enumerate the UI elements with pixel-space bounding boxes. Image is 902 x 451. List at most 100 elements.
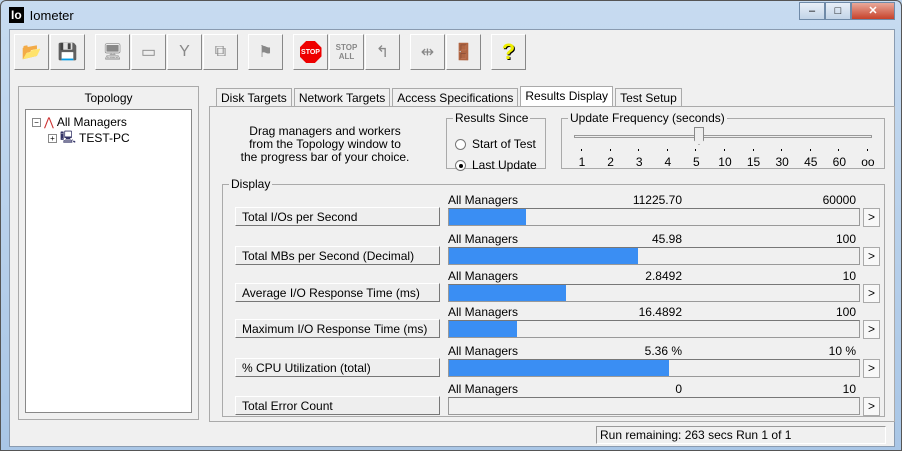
- help-icon: ?: [501, 39, 516, 64]
- slider-tick-label: 15: [744, 149, 764, 169]
- range-arrow-button[interactable]: >: [863, 208, 880, 227]
- topology-tree[interactable]: − ⋀ All Managers + 🖳 TEST-PC: [25, 109, 192, 413]
- disconnect-button[interactable]: ⇹: [410, 34, 445, 70]
- slider-tick-label: 4: [658, 149, 678, 169]
- progress-bar[interactable]: [448, 208, 860, 226]
- close-button[interactable]: ✕: [851, 2, 895, 20]
- window-title: Iometer: [29, 7, 74, 23]
- range-arrow-button[interactable]: >: [863, 284, 880, 303]
- start-manager-icon: 🖥: [102, 44, 123, 61]
- range-arrow-button[interactable]: >: [863, 397, 880, 416]
- radio-start-of-test[interactable]: Start of Test: [455, 137, 536, 151]
- metric-value: 45.98: [651, 232, 682, 246]
- metric-select-button[interactable]: Total MBs per Second (Decimal): [235, 246, 440, 265]
- radio-last-update[interactable]: Last Update: [455, 158, 537, 172]
- open-button[interactable]: 📂: [14, 34, 49, 70]
- radio-label: Last Update: [472, 158, 537, 172]
- slider-ticks: 1 2 3 4 5 10 15 30 45 60 oo: [572, 149, 878, 169]
- progress-bar[interactable]: [448, 359, 860, 377]
- metric-select-button[interactable]: % CPU Utilization (total): [235, 358, 440, 377]
- start-tests-button[interactable]: ⚑: [248, 34, 283, 70]
- radio-icon: [455, 138, 466, 150]
- maximize-button[interactable]: □: [825, 2, 851, 20]
- metric-source: All Managers: [448, 344, 519, 358]
- tab-network-targets[interactable]: Network Targets: [293, 88, 391, 106]
- client-area: 📂 💾 🖥 ▭ Y ⧉ ⚑ STOP STOP ALL ↰ ⇹ 🚪? Topology − ⋀ All M…: [9, 29, 895, 447]
- slider-tick-label: 1: [572, 149, 592, 169]
- display-row: % CPU Utilization (total) All Managers 5…: [222, 344, 880, 384]
- display-row: Total MBs per Second (Decimal) All Manag…: [222, 232, 880, 272]
- slider-thumb[interactable]: [694, 127, 704, 145]
- metric-value: 5.36 %: [644, 344, 682, 358]
- metric-source: All Managers: [448, 193, 519, 207]
- help-button[interactable]: ?: [491, 34, 526, 70]
- range-arrow-button[interactable]: >: [863, 247, 880, 266]
- save-icon: 💾: [57, 44, 78, 61]
- progress-bar[interactable]: [448, 247, 860, 265]
- metric-select-button[interactable]: Total I/Os per Second: [235, 207, 440, 226]
- toolbar: 📂 💾 🖥 ▭ Y ⧉ ⚑ STOP STOP ALL ↰ ⇹ 🚪?: [14, 34, 526, 70]
- computer-icon: 🖳: [60, 129, 77, 144]
- display-row: Average I/O Response Time (ms) All Manag…: [222, 269, 880, 309]
- tab-access-specifications[interactable]: Access Specifications: [392, 88, 519, 106]
- minimize-button[interactable]: –: [799, 2, 825, 20]
- range-arrow-button[interactable]: >: [863, 359, 880, 378]
- exit-button[interactable]: 🚪: [446, 34, 481, 70]
- tree-label: TEST-PC: [79, 131, 130, 145]
- range-arrow-button[interactable]: >: [863, 320, 880, 339]
- progress-bar[interactable]: [448, 284, 860, 302]
- new-worker-button[interactable]: ▭: [131, 34, 166, 70]
- update-frequency-slider[interactable]: [574, 135, 872, 138]
- save-button[interactable]: 💾: [50, 34, 85, 70]
- metric-max: 100: [835, 305, 856, 319]
- start-manager-button[interactable]: 🖥: [95, 34, 130, 70]
- new-network-worker-icon: Y: [179, 43, 190, 60]
- tab-results-display[interactable]: Results Display: [520, 86, 614, 106]
- tree-node-all-managers[interactable]: − ⋀ All Managers: [32, 114, 185, 130]
- app-logo: Io: [9, 7, 24, 23]
- exit-icon: 🚪: [453, 44, 474, 61]
- new-network-worker-button[interactable]: Y: [167, 34, 202, 70]
- topology-panel: Topology − ⋀ All Managers + 🖳 TEST-PC: [18, 86, 199, 420]
- slider-tick-label: 30: [772, 149, 792, 169]
- expand-icon[interactable]: +: [48, 133, 57, 143]
- metric-select-button[interactable]: Maximum I/O Response Time (ms): [235, 319, 440, 338]
- radio-label: Start of Test: [472, 137, 536, 151]
- metric-value: 11225.70: [632, 193, 682, 207]
- new-worker-icon: ▭: [140, 44, 157, 61]
- tab-test-setup[interactable]: Test Setup: [615, 88, 682, 106]
- progress-bar[interactable]: [448, 397, 860, 415]
- progress-fill: [449, 321, 517, 337]
- stop-all-button[interactable]: STOP ALL: [329, 34, 364, 70]
- slider-tick-label: 2: [601, 149, 621, 169]
- metric-max: 10: [842, 269, 856, 283]
- slider-tick-label: oo: [858, 149, 878, 169]
- metric-source: All Managers: [448, 305, 519, 319]
- collapse-icon[interactable]: −: [32, 117, 41, 127]
- disconnect-icon: ⇹: [420, 44, 435, 61]
- metric-value: 0: [675, 382, 682, 396]
- metric-max: 10: [842, 382, 856, 396]
- update-frequency-label: Update Frequency (seconds): [570, 111, 725, 125]
- tree-node-manager[interactable]: + 🖳 TEST-PC: [32, 130, 185, 146]
- reset-workers-button[interactable]: ↰: [365, 34, 400, 70]
- results-since-group: Results Since Start of Test Last Update: [446, 111, 546, 172]
- metric-select-button[interactable]: Average I/O Response Time (ms): [235, 283, 440, 302]
- progress-bar[interactable]: [448, 320, 860, 338]
- network-icon: ⋀: [44, 115, 54, 129]
- metric-max: 60000: [822, 193, 856, 207]
- stop-button[interactable]: STOP: [293, 34, 328, 70]
- slider-tick-label: 60: [829, 149, 849, 169]
- stop-all-icon: STOP ALL: [335, 43, 358, 61]
- display-row: Total I/Os per Second All Managers 11225…: [222, 193, 880, 233]
- radio-checked-icon: [455, 159, 466, 171]
- metric-value: 2.8492: [645, 269, 682, 283]
- stop-icon: STOP: [299, 41, 322, 63]
- metric-select-button[interactable]: Total Error Count: [235, 396, 440, 415]
- topology-header: Topology: [84, 91, 133, 105]
- copy-worker-button[interactable]: ⧉: [203, 34, 238, 70]
- slider-tick-label: 3: [629, 149, 649, 169]
- title-bar: Io Iometer: [9, 7, 74, 23]
- metric-source: All Managers: [448, 269, 519, 283]
- tab-disk-targets[interactable]: Disk Targets: [216, 88, 292, 106]
